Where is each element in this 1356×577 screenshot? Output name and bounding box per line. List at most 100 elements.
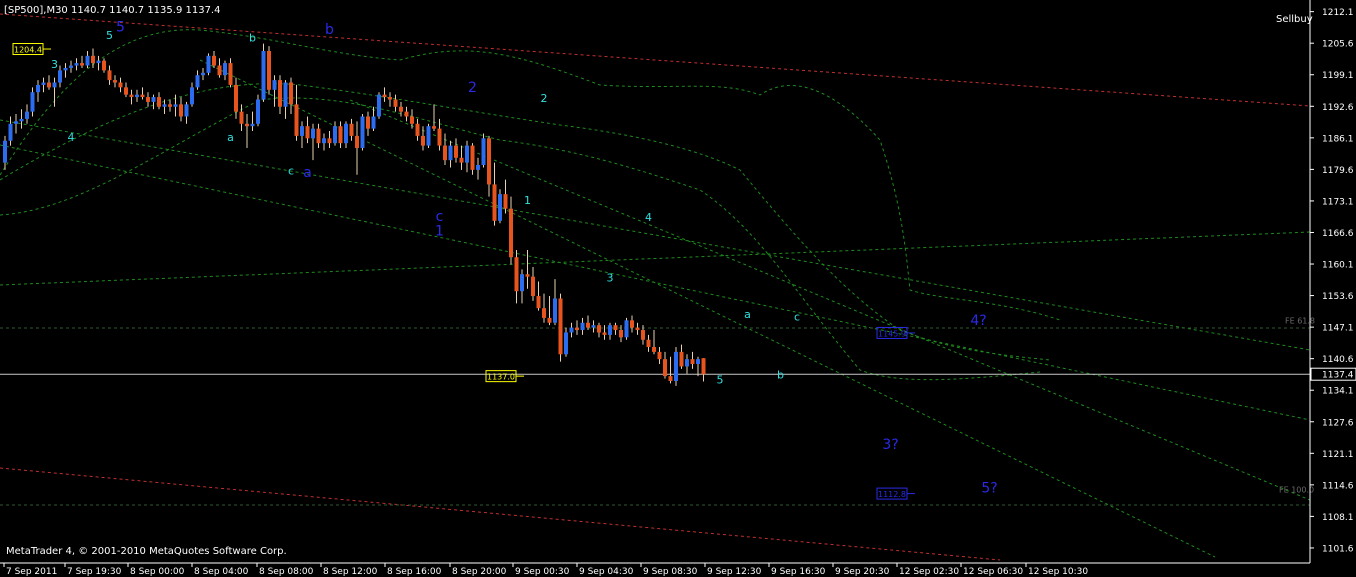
price-tick-label: 1121.1 [1322, 450, 1354, 460]
time-tick-label: 9 Sep 00:30 [515, 567, 570, 577]
bear-candle-body [80, 63, 84, 66]
bear-candle-body [437, 128, 442, 146]
time-tick-label: 9 Sep 12:30 [707, 567, 762, 577]
bear-candle-body [355, 135, 359, 149]
bear-candle-body [663, 359, 667, 377]
bear-candle-body [338, 126, 343, 144]
bull-candle-body [360, 116, 365, 149]
candle [360, 114, 365, 151]
price-chart[interactable]: FE 61.8FE 100.0 345 5abc abc1212345abc 4?3?… [0, 0, 1356, 577]
bull-candle-body [498, 194, 502, 221]
bear-candle-body [305, 126, 310, 139]
bear-candle-body [701, 358, 706, 375]
wave-label: 1 [524, 194, 531, 207]
bear-candle-body [525, 274, 530, 277]
wave-label: c [794, 310, 800, 323]
bear-candle-body [217, 65, 222, 76]
bear-candle-body [415, 123, 420, 136]
bull-candle-body [223, 63, 227, 76]
bull-candle-body [448, 145, 453, 161]
bull-candle-body [371, 116, 376, 129]
wave-label: 4? [970, 313, 986, 329]
bull-candle-body [162, 104, 167, 107]
price-tick-label: 1192.6 [1322, 103, 1354, 113]
bull-candle-body [151, 97, 156, 102]
bull-candle-body [553, 298, 557, 323]
bull-candle-body [685, 359, 689, 367]
time-tick-label: 9 Sep 04:30 [579, 567, 634, 577]
candle [498, 189, 502, 224]
candle [674, 347, 678, 386]
bear-candle-body [586, 322, 590, 328]
bull-candle-body [608, 325, 612, 335]
price-tick-label: 1166.6 [1322, 229, 1354, 239]
bear-candle-body [597, 325, 601, 333]
wave-label: b [325, 22, 334, 38]
bear-candle-body [179, 104, 183, 117]
bull-candle-body [333, 126, 337, 144]
bull-candle-body [30, 92, 35, 112]
bull-candle-body [96, 60, 101, 64]
bull-candle-body [377, 94, 381, 117]
bear-candle-body [531, 276, 535, 297]
bull-candle-body [250, 123, 255, 127]
bull-candle-body [41, 82, 46, 85]
price-tag-label: 1145.9 [878, 329, 906, 338]
wave-label: 3 [51, 58, 58, 71]
bear-candle-body [575, 327, 579, 331]
bear-candle-body [140, 94, 145, 98]
bear-candle-body [630, 320, 634, 328]
current-price-label: 1137.4 [1322, 371, 1354, 381]
bear-candle-body [388, 97, 392, 100]
bear-candle-body [454, 145, 458, 158]
time-tick-label: 12 Sep 06:30 [963, 567, 1023, 577]
bear-candle-body [146, 97, 150, 102]
time-tick-label: 8 Sep 16:00 [387, 567, 442, 577]
bear-candle-body [679, 351, 684, 367]
bear-candle-body [366, 116, 370, 129]
wave-label: 2 [468, 80, 477, 96]
wave-label: 1 [435, 223, 444, 239]
bull-candle-body [63, 67, 68, 71]
time-tick-label: 8 Sep 00:00 [130, 567, 185, 577]
time-tick-label: 9 Sep 08:30 [643, 567, 698, 577]
bear-candle-body [267, 50, 271, 90]
bear-candle-body [124, 87, 128, 95]
bull-candle-body [190, 87, 194, 105]
bull-candle-body [3, 140, 7, 163]
bear-candle-body [129, 94, 134, 98]
bull-candle-body [300, 126, 304, 136]
bull-candle-body [25, 111, 29, 119]
bear-candle-body [547, 317, 552, 323]
bear-candle-body [646, 339, 651, 348]
price-tick-label: 1199.1 [1322, 71, 1354, 81]
bull-candle-body [195, 75, 200, 88]
bull-candle-body [14, 121, 18, 124]
bear-candle-body [492, 184, 497, 221]
bear-candle-body [487, 138, 491, 185]
bear-candle-body [316, 128, 321, 144]
wave-label: 5 [116, 20, 125, 36]
wave-label: 4 [645, 211, 652, 224]
bear-candle-body [228, 63, 233, 85]
wave-label: 5 [717, 373, 724, 386]
time-tick-label: 8 Sep 20:00 [452, 567, 507, 577]
bear-candle-body [404, 111, 409, 117]
wave-label: a [744, 308, 751, 321]
bear-candle-body [234, 84, 238, 112]
bull-candle-body [256, 99, 260, 124]
bear-candle-body [212, 55, 216, 66]
price-tick-label: 1186.1 [1322, 134, 1354, 144]
wave-label: 3? [882, 437, 898, 453]
bear-candle-body [91, 55, 95, 64]
wave-label: 5 [106, 29, 113, 42]
bear-candle-body [602, 332, 607, 335]
price-tick-label: 1173.1 [1322, 197, 1354, 207]
bear-candle-body [514, 257, 519, 292]
bear-candle-body [459, 157, 464, 163]
price-tick-label: 1179.6 [1322, 166, 1354, 176]
wave-label: 5? [981, 481, 997, 497]
bull-candle-body [569, 327, 574, 333]
candle [206, 53, 211, 76]
bull-candle-body [283, 82, 288, 107]
